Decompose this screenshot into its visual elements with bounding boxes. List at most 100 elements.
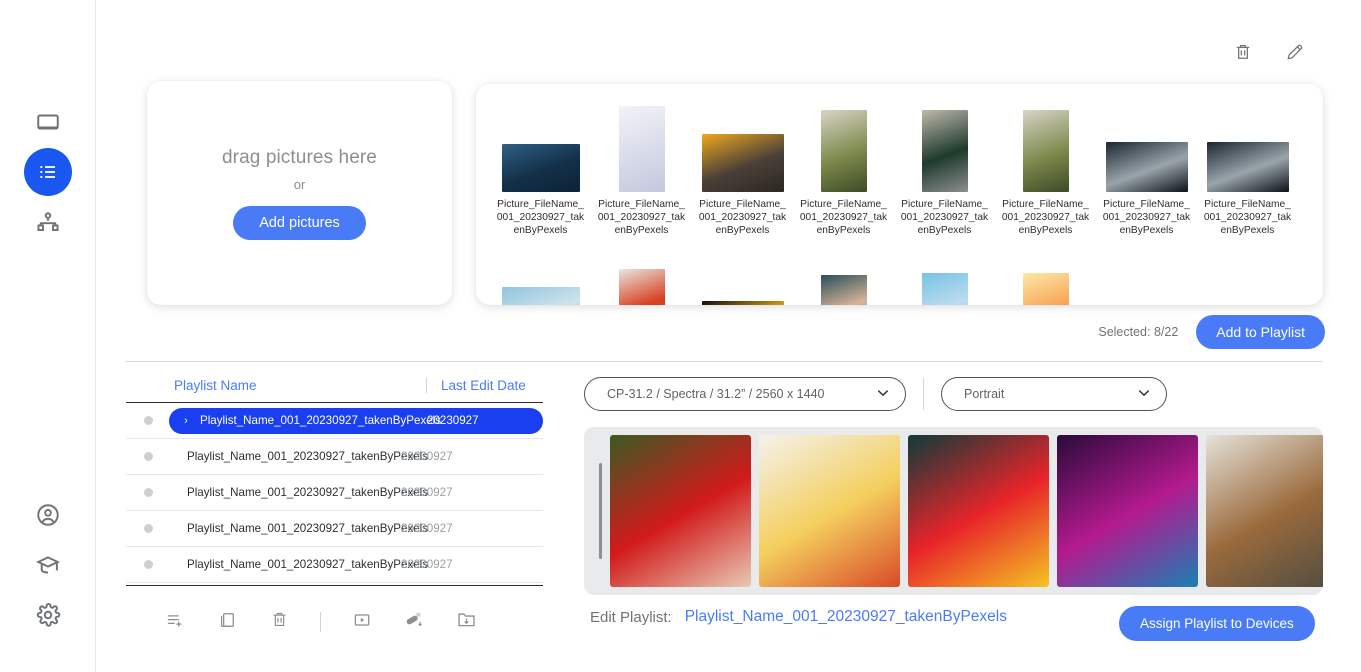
picture-grid-item[interactable]: Picture_FileName_001_20230927_takenByPex… <box>995 237 1096 305</box>
preview-button[interactable] <box>347 608 377 636</box>
edit-button[interactable] <box>1281 40 1309 68</box>
add-to-playlist-button[interactable]: Add to Playlist <box>1196 315 1325 349</box>
playlist-name-cell: Playlist_Name_001_20230927_takenByPexels <box>169 558 401 571</box>
sidebar-item-screens[interactable] <box>24 98 72 146</box>
filter-bar: CP-31.2 / Spectra / 31.2” / 2560 x 1440 … <box>584 377 1167 411</box>
carousel-item[interactable] <box>1057 435 1198 587</box>
picture-thumbnail-frame <box>619 94 665 192</box>
carousel-item[interactable] <box>1206 435 1323 587</box>
graduation-cap-icon <box>35 552 61 578</box>
picture-thumbnail <box>619 106 665 192</box>
delete-button[interactable] <box>1229 40 1257 68</box>
top-action-bar <box>1229 40 1309 68</box>
carousel-item[interactable] <box>610 435 751 587</box>
selection-bar: Selected: 8/22 Add to Playlist <box>1098 315 1325 349</box>
picture-thumbnail <box>821 110 867 192</box>
playlist-name-cell: Playlist_Name_001_20230927_takenByPexels <box>169 486 401 499</box>
row-select-dot[interactable] <box>144 524 153 533</box>
picture-thumbnail-frame <box>702 237 784 305</box>
carousel-item[interactable] <box>908 435 1049 587</box>
picture-filename: Picture_FileName_001_20230927_takenByPex… <box>699 198 787 237</box>
picture-grid-item[interactable]: Picture_FileName_001_20230927_takenByPex… <box>490 94 591 237</box>
carousel-track <box>610 435 1323 587</box>
picture-grid-item[interactable]: Picture_FileName_001_20230927_takenByPex… <box>1197 237 1298 305</box>
edit-playlist-label: Edit Playlist: <box>590 609 672 626</box>
picture-grid-item[interactable]: Picture_FileName_001_20230927_takenByPex… <box>1096 237 1197 305</box>
folder-download-icon <box>456 609 477 635</box>
duplicate-button[interactable] <box>212 608 242 636</box>
picture-grid-item[interactable]: Picture_FileName_001_20230927_takenByPex… <box>793 94 894 237</box>
playlist-preview-carousel[interactable] <box>584 427 1323 595</box>
chevron-down-icon <box>875 385 891 404</box>
picture-grid-item[interactable]: Picture_FileName_001_20230927_takenByPex… <box>894 94 995 237</box>
row-select-dot[interactable] <box>144 560 153 569</box>
sidebar-item-account[interactable] <box>24 491 72 539</box>
sidebar-item-playlists[interactable] <box>24 148 72 196</box>
list-icon <box>36 160 60 184</box>
column-header-last-edit-date[interactable]: Last Edit Date <box>426 378 526 393</box>
gear-icon <box>35 602 61 628</box>
table-row[interactable]: ›Playlist_Name_001_20230927_takenByPexel… <box>126 547 543 583</box>
add-playlist-button[interactable] <box>160 608 190 636</box>
table-row[interactable]: ›Playlist_Name_001_20230927_takenByPexel… <box>126 475 543 511</box>
picture-thumbnail-frame <box>1106 237 1188 305</box>
sidebar-item-settings[interactable] <box>24 591 72 639</box>
carousel-drag-handle[interactable] <box>599 463 602 559</box>
table-row[interactable]: ›Playlist_Name_001_20230927_takenByPexel… <box>126 403 543 439</box>
picture-thumbnail <box>1106 142 1188 192</box>
row-select-dot[interactable] <box>144 488 153 497</box>
picture-grid-row: Picture_FileName_001_20230927_takenByPex… <box>490 237 1309 305</box>
picture-grid-panel: Picture_FileName_001_20230927_takenByPex… <box>476 84 1323 305</box>
column-header-playlist-name[interactable]: Playlist Name <box>174 378 426 393</box>
playlist-table: Playlist Name Last Edit Date › Playlist_N… <box>126 370 543 586</box>
picture-thumbnail-frame <box>1023 94 1069 192</box>
picture-grid-scroll[interactable]: Picture_FileName_001_20230927_takenByPex… <box>476 84 1323 305</box>
table-row-content: ›Playlist_Name_001_20230927_takenByPexel… <box>169 408 543 434</box>
table-bottom-border <box>126 585 543 586</box>
last-edit-date-cell: 20230927 <box>401 450 453 463</box>
delete-button[interactable] <box>264 608 294 636</box>
app-root: drag pictures here or Add pictures Pictu… <box>0 0 1361 672</box>
row-select-dot[interactable] <box>144 416 153 425</box>
table-row[interactable]: ›Playlist_Name_001_20230927_takenByPexel… <box>126 439 543 475</box>
picture-thumbnail <box>619 269 665 305</box>
sidebar-item-groups[interactable] <box>24 198 72 246</box>
orientation-select[interactable]: Portrait <box>941 377 1167 411</box>
row-select-dot[interactable] <box>144 452 153 461</box>
picture-grid-item[interactable]: Picture_FileName_001_20230927_takenByPex… <box>894 237 995 305</box>
picture-thumbnail-frame <box>1207 94 1289 192</box>
last-edit-date-cell: 20230927 <box>401 558 453 571</box>
picture-thumbnail <box>1207 142 1289 192</box>
picture-grid-item[interactable]: Picture_FileName_001_20230927_takenByPex… <box>995 94 1096 237</box>
picture-thumbnail-frame <box>922 237 968 305</box>
picture-grid-item[interactable]: Picture_FileName_001_20230927_takenByPex… <box>692 237 793 305</box>
picture-thumbnail <box>502 144 580 192</box>
picture-grid-item[interactable]: Picture_FileName_001_20230927_takenByPex… <box>1197 94 1298 237</box>
table-body[interactable]: › Playlist_Name_001_20230927_takenByPexel… <box>126 403 543 585</box>
table-row[interactable]: ›Playlist_Name_001_20230927_takenByPexel… <box>126 511 543 547</box>
picture-thumbnail <box>702 134 784 192</box>
assign-playlist-to-devices-button[interactable]: Assign Playlist to Devices <box>1119 606 1315 641</box>
export-usb-button[interactable] <box>399 608 429 636</box>
picture-grid-item[interactable]: Picture_FileName_001_20230927_takenByPex… <box>793 237 894 305</box>
last-edit-date-cell: 20230927 <box>427 414 479 427</box>
chevron-right-icon[interactable]: › <box>177 415 195 427</box>
sidebar-item-learning[interactable] <box>24 541 72 589</box>
picture-grid-item[interactable]: Picture_FileName_001_20230927_takenByPex… <box>591 94 692 237</box>
picture-grid-item[interactable]: Picture_FileName_001_20230927_takenByPex… <box>591 237 692 305</box>
carousel-item[interactable] <box>759 435 900 587</box>
picture-grid-item[interactable]: Picture_FileName_001_20230927_takenByPex… <box>692 94 793 237</box>
picture-dropzone[interactable]: drag pictures here or Add pictures <box>147 81 452 305</box>
picture-grid-item[interactable]: Picture_FileName_001_20230927_takenByPex… <box>1096 94 1197 237</box>
table-header-row: Playlist Name Last Edit Date <box>126 370 543 403</box>
playlist-toolbar <box>160 608 481 636</box>
picture-thumbnail-frame <box>619 237 665 305</box>
edit-playlist-name[interactable]: Playlist_Name_001_20230927_takenByPexels <box>685 608 1007 626</box>
add-pictures-button[interactable]: Add pictures <box>233 206 366 240</box>
device-select[interactable]: CP-31.2 / Spectra / 31.2” / 2560 x 1440 <box>584 377 906 411</box>
export-folder-button[interactable] <box>451 608 481 636</box>
picture-filename: Picture_FileName_001_20230927_takenByPex… <box>800 198 888 237</box>
dropzone-or-label: or <box>294 177 306 192</box>
picture-thumbnail-frame <box>702 94 784 192</box>
picture-grid-item[interactable]: Picture_FileName_001_20230927_takenByPex… <box>490 237 591 305</box>
